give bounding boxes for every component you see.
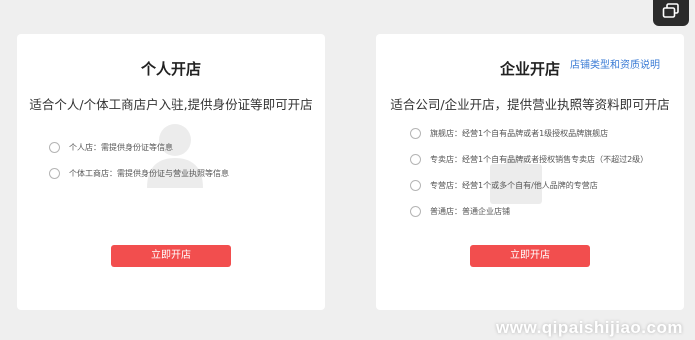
personal-card-subtitle: 适合个人/个体工商店户入驻,提供身份证等即可开店 [29, 97, 313, 112]
personal-card-title: 个人开店 [140, 60, 201, 78]
radio-button[interactable] [410, 205, 421, 217]
option-label: 个人店：需提供身份证等信息 [69, 142, 173, 152]
enterprise-option-general[interactable]: 普通店：普通企业店铺 [410, 198, 664, 224]
radio-button[interactable] [49, 141, 60, 153]
radio-button[interactable] [410, 153, 421, 165]
radio-button[interactable] [410, 127, 421, 139]
option-label: 专卖店：经营1个自有品牌或者授权销售专卖店（不超过2级） [430, 154, 649, 164]
radio-button[interactable] [49, 167, 60, 179]
enterprise-options: 旗舰店：经营1个自有品牌或者1级授权品牌旗舰店 专卖店：经营1个自有品牌或者授权… [410, 120, 664, 224]
personal-option-business[interactable]: 个体工商店：需提供身份证与营业执照等信息 [49, 160, 305, 186]
enterprise-open-store-button[interactable]: 立即开店 [470, 245, 590, 267]
enterprise-option-flagship[interactable]: 旗舰店：经营1个自有品牌或者1级授权品牌旗舰店 [410, 120, 664, 146]
personal-open-store-button[interactable]: 立即开店 [111, 245, 231, 267]
personal-option-individual[interactable]: 个人店：需提供身份证等信息 [49, 134, 305, 160]
option-label: 旗舰店：经营1个自有品牌或者1级授权品牌旗舰店 [430, 128, 609, 138]
personal-store-card: 个人开店 适合个人/个体工商店户入驻,提供身份证等即可开店 个人店：需提供身份证… [17, 34, 325, 310]
option-label: 专营店：经营1个或多个自有/他人品牌的专营店 [430, 180, 598, 190]
enterprise-store-card: 企业开店 店铺类型和资质说明 适合公司/企业开店，提供营业执照等资料即可开店 旗… [376, 34, 684, 310]
personal-options: 个人店：需提供身份证等信息 个体工商店：需提供身份证与营业执照等信息 [49, 134, 305, 186]
enterprise-option-franchise[interactable]: 专营店：经营1个或多个自有/他人品牌的专营店 [410, 172, 664, 198]
enterprise-option-specialty[interactable]: 专卖店：经营1个自有品牌或者授权销售专卖店（不超过2级） [410, 146, 664, 172]
store-type-help-link[interactable]: 店铺类型和资质说明 [570, 56, 660, 71]
restore-window-button[interactable] [653, 0, 689, 26]
site-watermark: www.qipaishijiao.com [496, 318, 683, 337]
option-label: 普通店：普通企业店铺 [430, 206, 510, 216]
radio-button[interactable] [410, 179, 421, 191]
enterprise-card-subtitle: 适合公司/企业开店，提供营业执照等资料即可开店 [390, 97, 670, 112]
option-label: 个体工商店：需提供身份证与营业执照等信息 [69, 168, 229, 178]
restore-window-icon [662, 3, 680, 23]
